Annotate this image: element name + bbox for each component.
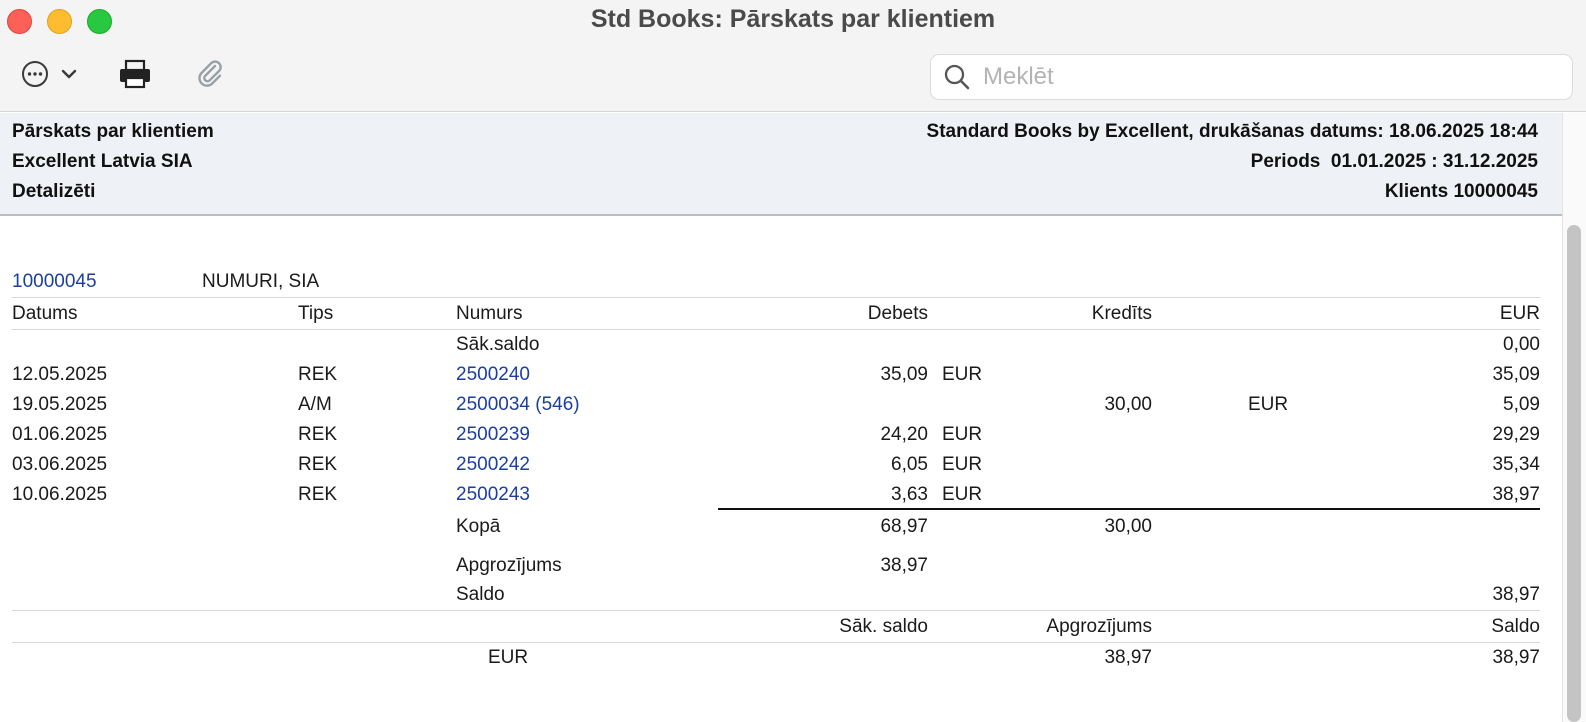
row-type: REK <box>298 484 338 505</box>
customer-code-link[interactable]: 10000045 <box>12 271 97 293</box>
scrollbar-thumb[interactable] <box>1567 225 1581 722</box>
row-date: 12.05.2025 <box>12 364 108 385</box>
row-date: 01.06.2025 <box>12 424 108 445</box>
row-balance: 35,09 <box>1492 364 1540 385</box>
row-balance: 5,09 <box>1503 394 1540 415</box>
column-header-debit: Debets <box>867 303 928 324</box>
search-field[interactable] <box>930 54 1573 100</box>
summary-header-balance: Saldo <box>1491 616 1540 637</box>
divider <box>12 642 1540 643</box>
row-number-link[interactable]: 2500239 <box>456 424 530 446</box>
row-date: 19.05.2025 <box>12 394 108 415</box>
saldo-label: Saldo <box>456 584 505 605</box>
summary-turnover: 38,97 <box>1104 647 1152 668</box>
row-number-link[interactable]: 2500034 (546) <box>456 394 580 416</box>
row-debit-currency: EUR <box>942 364 983 385</box>
turnover-value: 38,97 <box>880 555 928 576</box>
row-date: 10.06.2025 <box>12 484 108 505</box>
row-balance: 29,29 <box>1492 424 1540 445</box>
row-credit-currency: EUR <box>1248 394 1289 415</box>
print-info: Standard Books by Excellent, drukāšanas … <box>926 121 1538 142</box>
column-header-currency: EUR <box>1499 303 1540 324</box>
row-type: REK <box>298 454 338 475</box>
total-credit: 30,00 <box>1104 516 1152 537</box>
search-icon <box>944 64 970 90</box>
window-title: Std Books: Pārskats par klientiem <box>590 5 996 33</box>
summary-header-turnover: Apgrozījums <box>1046 616 1152 637</box>
report-header: Pārskats par klientiem Excellent Latvia … <box>0 113 1562 216</box>
report-name: Pārskats par klientiem <box>12 121 214 142</box>
customer-name: NUMURI, SIA <box>202 271 320 292</box>
more-actions-button[interactable] <box>18 56 82 92</box>
table-row: 12.05.2025 REK 2500240 35,09 EUR 35,09 <box>0 364 1562 394</box>
client-filter: Klients 10000045 <box>1384 181 1538 202</box>
row-debit-currency: EUR <box>942 424 983 445</box>
search-input[interactable] <box>983 63 1543 91</box>
total-label: Kopā <box>456 516 501 537</box>
turnover-label: Apgrozījums <box>456 555 562 576</box>
row-debit: 3,63 <box>891 484 928 505</box>
summary-header-opening: Sāk. saldo <box>839 616 928 637</box>
row-date: 03.06.2025 <box>12 454 108 475</box>
report-mode: Detalizēti <box>12 181 96 202</box>
summary-balance: 38,97 <box>1492 647 1540 668</box>
divider <box>12 610 1540 611</box>
row-type: REK <box>298 424 338 445</box>
paperclip-icon <box>198 60 222 87</box>
row-debit: 35,09 <box>880 364 928 385</box>
column-header-date: Datums <box>12 303 78 324</box>
row-debit-currency: EUR <box>942 484 983 505</box>
row-balance: 35,34 <box>1492 454 1540 475</box>
row-number-link[interactable]: 2500242 <box>456 454 530 476</box>
divider <box>12 297 1540 298</box>
printer-icon <box>120 59 150 89</box>
report-body: 10000045 NUMURI, SIA Datums Tips Numurs … <box>0 216 1562 722</box>
divider <box>12 329 1540 330</box>
report-period: Periods 01.01.2025 : 31.12.2025 <box>1250 151 1538 172</box>
window-chrome: Std Books: Pārskats par klientiem <box>0 0 1586 112</box>
total-debit: 68,97 <box>880 516 928 537</box>
print-button[interactable] <box>115 56 155 92</box>
row-debit-currency: EUR <box>942 454 983 475</box>
row-type: A/M <box>298 394 332 415</box>
opening-balance-label: Sāk.saldo <box>456 334 540 355</box>
totals-rule <box>718 508 1540 510</box>
chevron-down-icon <box>61 69 77 79</box>
row-number-link[interactable]: 2500240 <box>456 364 530 386</box>
saldo-value: 38,97 <box>1492 584 1540 605</box>
row-balance: 38,97 <box>1492 484 1540 505</box>
company-name: Excellent Latvia SIA <box>12 151 193 172</box>
attach-button[interactable] <box>190 56 230 92</box>
ellipsis-circle-icon <box>22 61 48 87</box>
column-header-credit: Kredīts <box>1091 303 1152 324</box>
table-row: 19.05.2025 A/M 2500034 (546) 30,00 EUR 5… <box>0 394 1562 424</box>
row-credit: 30,00 <box>1104 394 1152 415</box>
column-header-type: Tips <box>298 303 334 324</box>
table-row: 01.06.2025 REK 2500239 24,20 EUR 29,29 <box>0 424 1562 454</box>
row-debit: 24,20 <box>880 424 928 445</box>
row-number-link[interactable]: 2500243 <box>456 484 530 506</box>
column-header-number: Numurs <box>456 303 523 324</box>
table-row: 03.06.2025 REK 2500242 6,05 EUR 35,34 <box>0 454 1562 484</box>
summary-currency: EUR <box>488 647 529 668</box>
opening-balance-value: 0,00 <box>1503 334 1540 355</box>
row-debit: 6,05 <box>891 454 928 475</box>
row-type: REK <box>298 364 338 385</box>
